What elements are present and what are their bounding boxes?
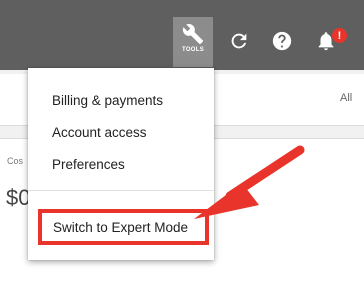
menu-item-account-access[interactable]: Account access xyxy=(52,125,147,140)
notification-badge: ! xyxy=(331,27,348,44)
menu-divider xyxy=(28,190,214,191)
menu-item-preferences[interactable]: Preferences xyxy=(52,157,125,172)
refresh-icon[interactable] xyxy=(228,30,250,52)
menu-item-switch-to-expert-mode[interactable]: Switch to Expert Mode xyxy=(38,209,209,245)
tools-button[interactable]: TOOLS xyxy=(173,17,213,67)
tools-label: TOOLS xyxy=(181,47,205,53)
screen: TOOLS ! All Cos $0 Billing & payments Ac… xyxy=(0,0,364,282)
cost-label: Cos xyxy=(7,156,24,166)
all-link[interactable]: All xyxy=(340,92,352,104)
wrench-icon xyxy=(182,24,204,45)
top-header-bar: TOOLS ! xyxy=(0,0,364,70)
tools-dropdown-menu: Billing & payments Account access Prefer… xyxy=(28,68,214,260)
cost-value: $0 xyxy=(6,185,31,210)
menu-item-billing[interactable]: Billing & payments xyxy=(52,93,163,108)
help-icon[interactable] xyxy=(271,30,293,52)
